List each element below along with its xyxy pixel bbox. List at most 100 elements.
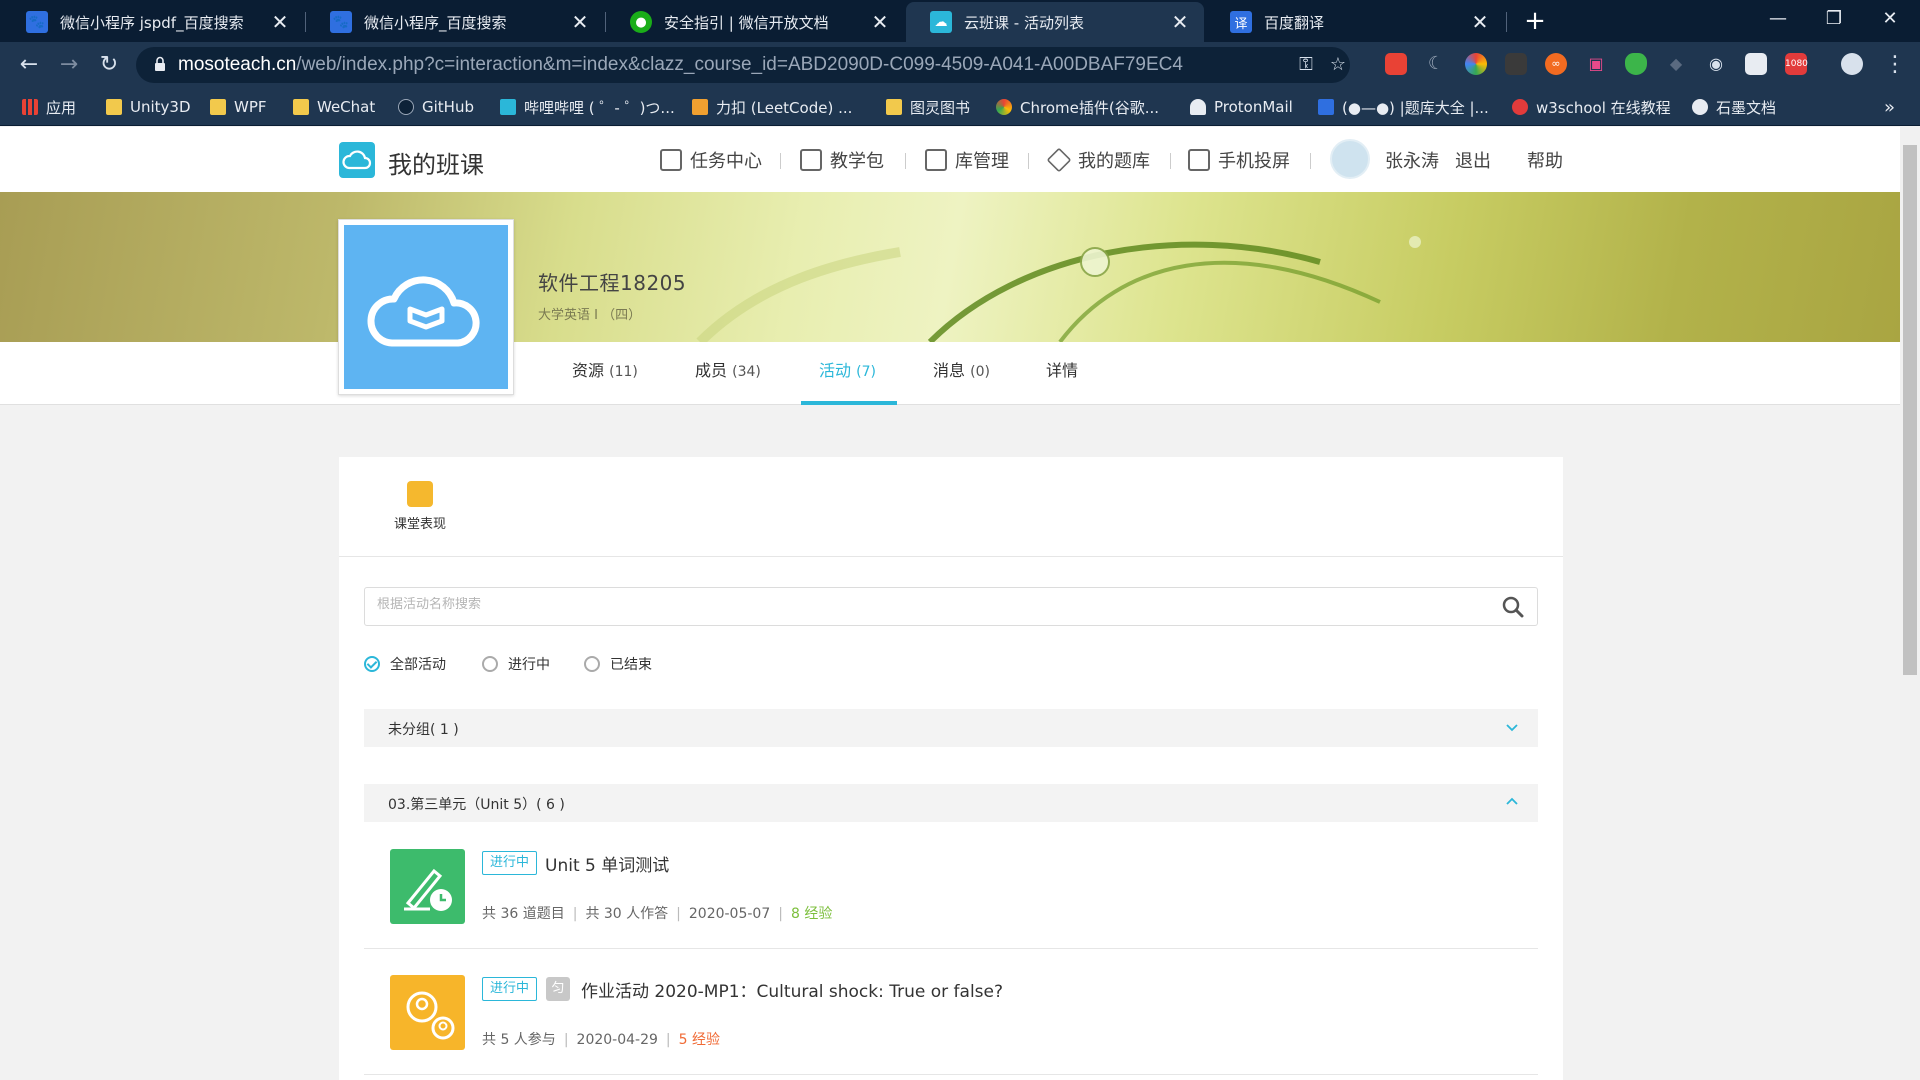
close-tab-icon[interactable]: ✕ xyxy=(870,10,890,34)
activity-item[interactable]: 进行中 Unit 5 单词测试 共 36 道题目 | 共 30 人作答 | 2020-0… xyxy=(364,823,1538,949)
tab-resources[interactable]: 资源 (11) xyxy=(572,357,638,381)
nav-library[interactable]: 库管理 xyxy=(925,147,1009,173)
browser-tab[interactable]: 🐾 微信小程序 jspdf_百度搜索 ✕ xyxy=(2,2,304,42)
username[interactable]: 张永涛 xyxy=(1385,147,1439,173)
tab-members[interactable]: 成员 (34) xyxy=(695,357,761,381)
course-cover[interactable] xyxy=(338,219,514,395)
cloud-book-icon xyxy=(367,276,480,347)
forward-button[interactable]: → xyxy=(54,50,84,80)
minimize-button[interactable]: — xyxy=(1750,0,1806,40)
meta-divider: | xyxy=(676,906,681,922)
avatar[interactable] xyxy=(1330,139,1370,179)
nav-divider xyxy=(1028,153,1029,169)
bookmark-turing[interactable]: 图灵图书 xyxy=(886,96,970,118)
extension-puzzle-icon[interactable]: ◆ xyxy=(1665,53,1687,75)
activity-title[interactable]: 作业活动 2020-MP1：Cultural shock: True or fa… xyxy=(581,977,1003,1002)
site-title[interactable]: 我的班课 xyxy=(388,145,484,180)
nav-divider xyxy=(1170,153,1171,169)
back-button[interactable]: ← xyxy=(14,50,44,80)
bookmark-bilibili[interactable]: 哔哩哔哩 ( ゜- ゜)つ... xyxy=(500,96,675,118)
bookmark-wechat[interactable]: WeChat xyxy=(293,96,375,118)
bookmark-shimo[interactable]: 石墨文档 xyxy=(1692,96,1776,118)
tab-label: 详情 xyxy=(1046,361,1079,380)
extension-glasses-icon[interactable] xyxy=(1505,53,1527,75)
extension-color-icon[interactable] xyxy=(1465,53,1487,75)
bookmark-protonmail[interactable]: ProtonMail xyxy=(1190,96,1293,118)
reload-button[interactable]: ↻ xyxy=(94,50,124,80)
extension-mouse-icon[interactable]: ◉ xyxy=(1705,53,1727,75)
nav-teaching-package[interactable]: 教学包 xyxy=(800,147,884,173)
baidu-translate-icon: 译 xyxy=(1230,11,1252,33)
archive-icon xyxy=(925,149,947,171)
protonmail-icon xyxy=(1190,99,1206,115)
extension-translate-icon[interactable] xyxy=(1745,53,1767,75)
bookmark-chrome-plugins[interactable]: Chrome插件(谷歌... xyxy=(996,96,1159,118)
bookmark-github[interactable]: GitHub xyxy=(398,96,474,118)
key-icon[interactable]: ⚿ xyxy=(1294,53,1318,77)
browser-tab[interactable]: 🐾 微信小程序_百度搜索 ✕ xyxy=(306,2,604,42)
filter-ongoing-radio[interactable]: 进行中 xyxy=(482,654,550,674)
address-bar[interactable]: mosoteach.cn/web/index.php?c=interaction… xyxy=(136,47,1350,83)
bookmark-unity3d[interactable]: Unity3D xyxy=(106,96,191,118)
course-name: 软件工程18205 xyxy=(538,271,687,295)
group-header-ungrouped[interactable]: 未分组( 1 ) xyxy=(364,709,1538,747)
mosoteach-logo-icon[interactable] xyxy=(339,142,375,178)
filter-ended-radio[interactable]: 已结束 xyxy=(584,654,652,674)
bookmark-wpf[interactable]: WPF xyxy=(210,96,267,118)
tab-details[interactable]: 详情 xyxy=(1046,357,1078,381)
extension-shield-icon[interactable] xyxy=(1625,53,1647,75)
bookmark-tiku[interactable]: (●—●) |题库大全 |... xyxy=(1318,96,1489,118)
profile-icon[interactable] xyxy=(1841,53,1863,75)
browser-toolbar: ← → ↻ mosoteach.cn/web/index.php?c=inter… xyxy=(0,42,1920,88)
filter-all-radio[interactable]: 全部活动 xyxy=(364,654,446,674)
class-performance-button[interactable]: 课堂表现 xyxy=(383,481,457,532)
browser-tab-active[interactable]: ☁ 云班课 - 活动列表 ✕ xyxy=(906,2,1204,42)
course-cover-image xyxy=(344,225,508,389)
close-window-button[interactable]: ✕ xyxy=(1862,0,1918,40)
bookmark-apps[interactable]: 应用 xyxy=(22,96,76,118)
chevron-down-icon[interactable] xyxy=(1506,721,1518,733)
extension-google-icon[interactable] xyxy=(1385,53,1407,75)
bookmark-label: WeChat xyxy=(317,98,376,116)
extension-infinity-icon[interactable]: ∞ xyxy=(1545,53,1567,75)
shimo-icon xyxy=(1692,99,1708,115)
more-bookmarks-button[interactable]: » xyxy=(1884,96,1895,118)
apps-grid-icon xyxy=(22,99,38,115)
course-banner xyxy=(0,192,1900,342)
close-tab-icon[interactable]: ✕ xyxy=(270,10,290,34)
browser-tab[interactable]: 译 百度翻译 ✕ xyxy=(1206,2,1504,42)
help-link[interactable]: 帮助 xyxy=(1527,147,1563,173)
scrollbar-thumb[interactable] xyxy=(1903,145,1917,675)
logout-link[interactable]: 退出 xyxy=(1455,147,1491,173)
activity-title[interactable]: Unit 5 单词测试 xyxy=(545,851,669,876)
close-tab-icon[interactable]: ✕ xyxy=(1170,10,1190,34)
bookmark-leetcode[interactable]: 力扣 (LeetCode) ... xyxy=(692,96,852,118)
page-scrollbar[interactable] xyxy=(1900,127,1920,1080)
bookmark-w3school[interactable]: w3school 在线教程 xyxy=(1512,96,1671,118)
bookmark-star-icon[interactable]: ☆ xyxy=(1326,53,1350,77)
menu-icon[interactable]: ⋮ xyxy=(1880,50,1910,80)
active-tab-indicator xyxy=(801,401,897,405)
activity-search-input[interactable] xyxy=(377,597,1477,612)
search-icon[interactable] xyxy=(1502,596,1524,618)
new-tab-button[interactable]: + xyxy=(1520,6,1550,36)
tab-messages[interactable]: 消息 (0) xyxy=(933,357,990,381)
extension-moon-icon[interactable]: ☾ xyxy=(1425,53,1447,75)
close-tab-icon[interactable]: ✕ xyxy=(570,10,590,34)
nav-question-bank[interactable]: 我的题库 xyxy=(1046,147,1150,173)
nav-label: 我的题库 xyxy=(1078,151,1150,172)
restore-button[interactable]: ❐ xyxy=(1806,0,1862,40)
nav-task-center[interactable]: 任务中心 xyxy=(660,147,762,173)
group-header-unit5[interactable]: 03.第三单元（Unit 5）( 6 ) xyxy=(364,784,1538,822)
chevron-up-icon[interactable] xyxy=(1506,796,1518,808)
close-tab-icon[interactable]: ✕ xyxy=(1470,10,1490,34)
w3school-icon xyxy=(1512,99,1528,115)
extension-tv-icon[interactable]: ▣ xyxy=(1585,53,1607,75)
activity-item[interactable]: 进行中 匀 作业活动 2020-MP1：Cultural shock: True… xyxy=(364,949,1538,1075)
bookmark-label: Unity3D xyxy=(130,98,191,116)
meta-divider: | xyxy=(778,906,783,922)
extension-1080-icon[interactable]: 1080 xyxy=(1785,53,1808,75)
tab-activities[interactable]: 活动 (7) xyxy=(819,357,876,381)
browser-tab[interactable]: ● 安全指引 | 微信开放文档 ✕ xyxy=(606,2,904,42)
nav-screen-cast[interactable]: 手机投屏 xyxy=(1188,147,1290,173)
